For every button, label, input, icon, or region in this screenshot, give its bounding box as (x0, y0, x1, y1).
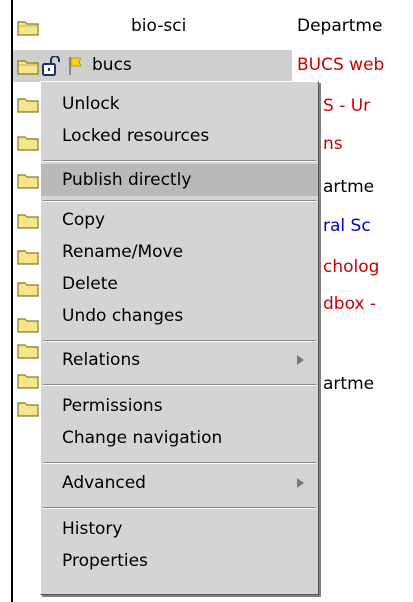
row-description-link[interactable]: cholog (323, 257, 413, 277)
row-description-link[interactable]: S - Ur (323, 96, 413, 116)
submenu-arrow-icon (297, 478, 304, 488)
row-description-link[interactable]: dbox - (323, 294, 413, 314)
menu-separator (43, 462, 316, 464)
folder-icon (17, 58, 39, 75)
menu-item-locked-resources[interactable]: Locked resources (41, 120, 318, 152)
menu-item-delete[interactable]: Delete (41, 268, 318, 300)
row-description-link[interactable]: BUCS web (297, 55, 413, 75)
row-description: Departme (297, 16, 383, 36)
row-name[interactable]: bio-sci (131, 16, 186, 36)
row-description: artme (323, 374, 375, 394)
menu-item-label: Permissions (62, 396, 163, 416)
folder-icon (17, 342, 39, 359)
menu-separator (43, 160, 316, 162)
row-description: artme (323, 177, 375, 197)
menu-item-change-navigation[interactable]: Change navigation (41, 422, 318, 454)
menu-separator (43, 507, 316, 509)
folder-icon (17, 372, 39, 389)
table-row[interactable]: bio-sci Departme (0, 11, 413, 43)
table-row-selected[interactable]: bucs BUCS web (0, 50, 413, 82)
menu-separator (43, 340, 316, 342)
menu-item-label: Rename/Move (62, 242, 184, 262)
folder-icon (17, 248, 39, 265)
menu-item-label: Properties (62, 551, 148, 571)
context-menu: Unlock Locked resources Publish directly… (40, 81, 319, 595)
menu-item-unlock[interactable]: Unlock (41, 88, 318, 120)
menu-item-history[interactable]: History (41, 513, 318, 545)
menu-item-label: Locked resources (62, 126, 210, 146)
submenu-arrow-icon (297, 355, 304, 365)
folder-icon (17, 280, 39, 297)
menu-item-advanced[interactable]: Advanced (41, 467, 318, 499)
row-description-link[interactable]: ral Sc (323, 216, 413, 236)
folder-icon (17, 134, 39, 151)
folder-icon (17, 316, 39, 333)
row-name[interactable]: bucs (92, 55, 132, 75)
folder-icon (17, 172, 39, 189)
folder-icon (17, 400, 39, 417)
menu-separator (43, 200, 316, 202)
menu-item-label: Copy (62, 210, 106, 230)
menu-item-copy[interactable]: Copy (41, 204, 318, 236)
menu-item-publish-directly[interactable]: Publish directly (41, 164, 318, 196)
menu-item-label: Advanced (62, 473, 146, 493)
yellow-flag-icon (68, 56, 82, 81)
menu-item-label: Unlock (62, 94, 120, 114)
folder-icon (17, 212, 39, 229)
menu-item-rename-move[interactable]: Rename/Move (41, 236, 318, 268)
menu-item-label: Delete (62, 274, 118, 294)
menu-item-label: History (62, 519, 123, 539)
menu-item-label: Change navigation (62, 428, 223, 448)
menu-item-undo-changes[interactable]: Undo changes (41, 300, 318, 332)
menu-item-properties[interactable]: Properties (41, 545, 318, 577)
menu-item-relations[interactable]: Relations (41, 344, 318, 376)
tree-guide-line (11, 0, 13, 602)
folder-icon (17, 19, 39, 36)
menu-item-label: Publish directly (62, 170, 192, 190)
menu-item-label: Relations (62, 350, 141, 370)
menu-separator (43, 384, 316, 386)
folder-icon (17, 96, 39, 113)
menu-item-permissions[interactable]: Permissions (41, 390, 318, 422)
unlocked-padlock-icon[interactable] (42, 55, 60, 81)
row-description-link[interactable]: ns (323, 134, 413, 154)
menu-item-label: Undo changes (62, 306, 184, 326)
